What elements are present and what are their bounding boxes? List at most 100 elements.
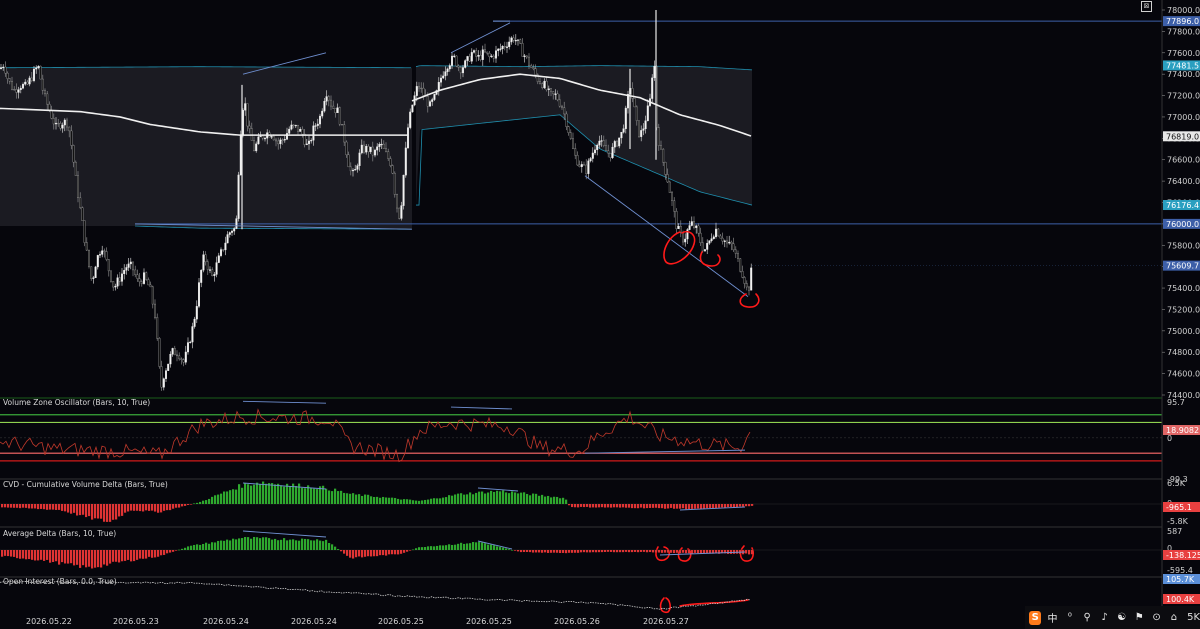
- cvd-bar: [280, 485, 283, 504]
- date-label: 2026.05.24: [203, 617, 249, 626]
- cvd-bar: [154, 504, 157, 512]
- avgdelta-trendline-3: [659, 551, 746, 556]
- avgdelta-bar: [172, 550, 175, 552]
- candle-body: [72, 145, 75, 163]
- candle-body: [310, 140, 313, 142]
- pane-title-1: CVD - Cumulative Volume Delta (Bars, Tru…: [3, 480, 168, 489]
- candle-body: [607, 150, 610, 154]
- candle-body: [609, 152, 612, 158]
- chinese-mode-icon[interactable]: 中: [1046, 611, 1058, 625]
- cvd-trendline-2: [477, 487, 519, 492]
- cvd-bar: [118, 504, 121, 517]
- cvd-bar: [316, 489, 319, 504]
- cvd-bar: [310, 487, 313, 504]
- candle-body: [556, 93, 559, 101]
- candle-body: [30, 77, 33, 81]
- chart-canvas[interactable]: 78000.0 77800.0 77600.0 77400.0 77200.0 77000…: [0, 0, 1200, 629]
- candle-body: [402, 174, 405, 206]
- cvd-bar: [475, 492, 478, 504]
- avgdelta-bar: [475, 542, 478, 550]
- cvd-bar: [634, 504, 637, 509]
- candle-body: [748, 286, 751, 291]
- avgdelta-bar: [76, 550, 79, 565]
- volume-zone-oscillator-pane: [0, 400, 1162, 463]
- candle-body: [109, 270, 112, 282]
- avgdelta-bar: [274, 538, 277, 550]
- avgdelta-bar: [313, 540, 316, 550]
- candle-body: [257, 136, 260, 145]
- cvd-bar: [169, 504, 172, 511]
- cvd-bar: [739, 504, 742, 507]
- cvd-bar: [556, 496, 559, 504]
- cvd-bar: [526, 493, 529, 504]
- cvd-bar: [106, 504, 109, 522]
- home-icon[interactable]: ⌂: [1168, 611, 1180, 625]
- osc-trendline-1: [242, 400, 327, 404]
- avgdelta-bar: [142, 550, 145, 559]
- candle-body: [286, 133, 289, 140]
- candle-body: [292, 124, 295, 126]
- avgdelta-bar: [571, 550, 574, 553]
- avgdelta-bar: [115, 550, 118, 562]
- candle-body: [136, 274, 139, 279]
- avgdelta-bar: [283, 538, 286, 550]
- avgdelta-bar: [160, 550, 163, 556]
- cvd-bar: [655, 504, 658, 508]
- candle-body: [107, 259, 110, 272]
- cvd-bar: [85, 504, 88, 518]
- avgdelta-bar: [517, 550, 520, 552]
- cvd-bar: [448, 495, 451, 504]
- cvd-bar: [439, 498, 442, 504]
- candle-body: [332, 105, 335, 109]
- candle-body: [704, 249, 707, 252]
- audio-icon[interactable]: ♪: [1098, 611, 1110, 625]
- avgdelta-bar: [745, 550, 748, 554]
- avgdelta-bar: [61, 550, 64, 563]
- microphone-icon[interactable]: ⚲: [1081, 611, 1093, 625]
- avgdelta-bar: [397, 550, 400, 555]
- candle-body: [561, 105, 564, 108]
- cvd-bar: [721, 504, 724, 508]
- avgdelta-bar: [751, 550, 754, 555]
- cvd-bar: [76, 504, 79, 516]
- avgdelta-bar: [103, 550, 106, 565]
- candle-body: [391, 165, 394, 174]
- candle-body: [8, 78, 11, 82]
- cvd-bar: [604, 504, 607, 508]
- avgdelta-bar: [418, 547, 421, 550]
- skin-icon[interactable]: ☯: [1116, 611, 1128, 625]
- cvd-bar: [358, 494, 361, 504]
- candle-body: [651, 77, 654, 99]
- cvd-bar: [31, 504, 34, 509]
- avgdelta-bar: [604, 550, 607, 552]
- sogou-input-icon[interactable]: S: [1029, 610, 1042, 625]
- candle-body: [369, 146, 372, 152]
- maximize-icon[interactable]: ⊠: [1141, 1, 1152, 12]
- candle-body: [226, 234, 229, 244]
- candle-body: [374, 149, 377, 156]
- candle-body: [26, 81, 29, 85]
- candle-body: [745, 283, 748, 288]
- candle-body: [200, 269, 203, 283]
- cvd-bar: [472, 494, 475, 504]
- price-axis[interactable]: 78000.0 77800.0 77600.0 77400.0 77200.0 77000…: [1161, 0, 1200, 629]
- candle-body: [385, 148, 388, 152]
- cvd-bar: [481, 491, 484, 504]
- cvd-bar: [394, 497, 397, 504]
- avgdelta-bar: [463, 543, 466, 550]
- avgdelta-bar: [580, 550, 583, 553]
- cvd-bar: [226, 491, 229, 504]
- avgdelta-bar: [409, 550, 412, 551]
- pane0-axis-label: 95.7: [1167, 398, 1185, 407]
- avgdelta-bar: [634, 550, 637, 552]
- pane1-axis-label: 6.5K: [1167, 479, 1186, 488]
- date-label: 2026.05.26: [554, 617, 600, 626]
- cvd-bar: [742, 504, 745, 507]
- toolbox-icon[interactable]: ⚑: [1133, 611, 1145, 625]
- candle-body: [186, 342, 189, 353]
- avgdelta-bar: [109, 550, 112, 564]
- avgdelta-bar: [121, 550, 124, 562]
- punctuation-icon[interactable]: ⁰: [1064, 611, 1076, 625]
- avatar-icon[interactable]: ⊙: [1150, 611, 1162, 625]
- cvd-bar: [127, 504, 130, 512]
